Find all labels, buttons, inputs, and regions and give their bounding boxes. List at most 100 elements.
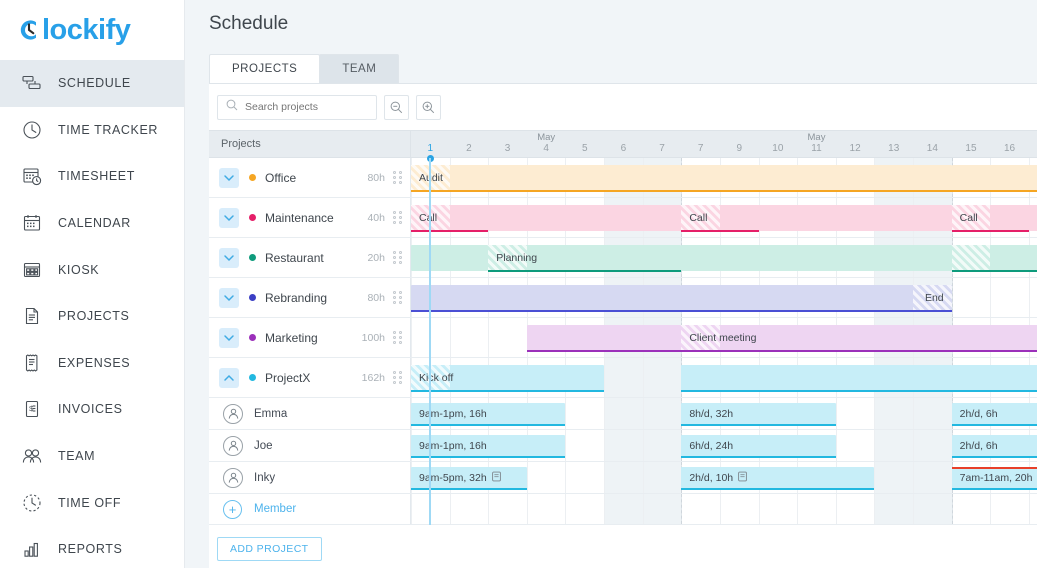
schedule-bar[interactable]: 2h/d, 6h	[951, 403, 1037, 426]
day-header[interactable]: 2	[450, 143, 489, 159]
day-header[interactable]: 10	[759, 143, 798, 159]
sidebar-item-reports[interactable]: REPORTS	[0, 526, 184, 568]
chevron-down-icon[interactable]	[219, 247, 239, 268]
bar-label: Call	[419, 212, 438, 224]
day-header[interactable]: 12	[836, 143, 875, 159]
chevron-up-icon[interactable]	[219, 367, 239, 388]
schedule-bar[interactable]	[681, 245, 952, 271]
day-header[interactable]: 9	[720, 143, 759, 159]
grid-line	[990, 278, 992, 317]
schedule-bar[interactable]: 8h/d, 32h	[681, 403, 836, 426]
search-input[interactable]	[245, 101, 365, 113]
drag-handle-icon[interactable]	[392, 251, 402, 264]
day-header[interactable]: 7	[643, 143, 682, 159]
add-member-label[interactable]: Member	[254, 503, 296, 515]
day-header[interactable]: 14	[913, 143, 952, 159]
chevron-down-icon[interactable]	[219, 207, 239, 228]
weekend-column	[874, 494, 914, 524]
project-hours: 100h	[361, 331, 385, 344]
grid-line	[835, 398, 837, 429]
sidebar-item-kiosk[interactable]: KIOSK	[0, 246, 184, 293]
grid-line	[913, 494, 915, 524]
sidebar-item-time-off[interactable]: TIME OFF	[0, 479, 184, 526]
sidebar-item-projects[interactable]: PROJECTS	[0, 293, 184, 340]
schedule-bar[interactable]	[411, 245, 489, 271]
add-member-left[interactable]: + Member	[209, 494, 411, 524]
sidebar-item-timesheet[interactable]: TIMESHEET	[0, 153, 184, 200]
grid-line	[565, 462, 567, 493]
page-title: Schedule	[209, 13, 289, 34]
zoom-out-icon[interactable]	[384, 94, 409, 120]
weekend-column	[642, 494, 682, 524]
zoom-in-icon[interactable]	[416, 94, 441, 120]
sidebar-item-schedule[interactable]: SCHEDULE	[0, 60, 184, 107]
schedule-bar[interactable]: Planning	[488, 245, 682, 272]
bar-underline	[951, 270, 1037, 272]
add-project-button[interactable]: ADD PROJECT	[217, 537, 322, 561]
schedule-bar[interactable]	[681, 165, 952, 192]
schedule-bar[interactable]	[526, 325, 682, 352]
sidebar-item-time-tracker[interactable]: TIME TRACKER	[0, 107, 184, 154]
schedule-bar[interactable]: Call	[951, 205, 1037, 232]
day-header[interactable]: 3	[488, 143, 527, 159]
grid-line	[526, 462, 528, 493]
grid-line	[565, 494, 567, 524]
sidebar-item-team[interactable]: TEAM	[0, 433, 184, 480]
week-group: May15161718192021	[952, 131, 1037, 157]
schedule-bar[interactable]: Call	[681, 205, 952, 232]
schedule-bar[interactable]: Audit	[411, 165, 682, 192]
schedule-bar[interactable]	[681, 365, 952, 392]
tab-team[interactable]: TEAM	[319, 54, 400, 83]
schedule-bar[interactable]	[951, 165, 1037, 192]
bar-label: Planning	[496, 252, 538, 264]
day-header[interactable]: 4	[527, 143, 566, 159]
schedule-bar[interactable]: 6h/d, 24h	[681, 435, 836, 458]
drag-handle-icon[interactable]	[392, 371, 402, 384]
sidebar-item-label: TEAM	[58, 449, 96, 464]
schedule-bar[interactable]: End	[681, 285, 952, 312]
gantt-header: Projects May1234567May791011121314May151…	[209, 130, 1037, 162]
schedule-bar[interactable]: 9am-1pm, 16h	[411, 403, 566, 426]
bar-underline	[411, 310, 682, 312]
app-logo[interactable]: lockify	[0, 0, 184, 60]
day-header[interactable]: 16	[990, 143, 1029, 159]
schedule-bar[interactable]: 9am-1pm, 16h	[411, 435, 566, 458]
drag-handle-icon[interactable]	[392, 171, 402, 184]
schedule-bar[interactable]: End	[951, 365, 1037, 392]
day-header[interactable]: 17	[1029, 143, 1037, 159]
project-row-left: ProjectX 162h	[209, 358, 411, 397]
schedule-bar[interactable]: Call	[411, 205, 682, 232]
add-member-row[interactable]: + Member	[209, 494, 1037, 525]
day-header[interactable]: 6	[604, 143, 643, 159]
day-header[interactable]: 15	[952, 143, 991, 159]
sidebar-item-expenses[interactable]: EXPENSES	[0, 340, 184, 387]
drag-handle-icon[interactable]	[392, 291, 402, 304]
member-name: Joe	[254, 439, 273, 452]
chevron-down-icon[interactable]	[219, 167, 239, 188]
schedule-bar[interactable]	[951, 325, 1037, 352]
sidebar-item-calendar[interactable]: CALENDAR	[0, 200, 184, 247]
search-box[interactable]	[217, 94, 377, 120]
schedule-bar[interactable]: Client meeting	[681, 325, 952, 352]
schedule-bar[interactable]: Kick off	[411, 365, 605, 392]
drag-handle-icon[interactable]	[392, 331, 402, 344]
avatar-emma	[223, 403, 243, 424]
schedule-bar[interactable]: 7am-11am, 20h	[951, 467, 1037, 490]
day-header[interactable]: 5	[565, 143, 604, 159]
schedule-bar[interactable]	[411, 285, 682, 312]
schedule-bar[interactable]: 2h/d, 10h	[681, 467, 875, 490]
logo-text: lockify	[16, 15, 131, 45]
day-header[interactable]: 11	[797, 143, 836, 159]
chevron-down-icon[interactable]	[219, 287, 239, 308]
day-header[interactable]: 7	[681, 143, 720, 159]
day-header[interactable]: 13	[874, 143, 913, 159]
schedule-bar[interactable]: 2h/d, 6h	[951, 435, 1037, 458]
tab-projects[interactable]: PROJECTS	[209, 54, 321, 83]
drag-handle-icon[interactable]	[392, 211, 402, 224]
schedule-bar[interactable]: Launch	[951, 245, 1037, 272]
chevron-down-icon[interactable]	[219, 327, 239, 348]
sidebar-item-invoices[interactable]: $ INVOICES	[0, 386, 184, 433]
bar-underline	[681, 390, 952, 392]
sidebar-nav: SCHEDULE TIME TRACKER TIMESHEET CALENDAR KIO…	[0, 60, 184, 568]
project-timeline: Audit	[411, 158, 1037, 197]
